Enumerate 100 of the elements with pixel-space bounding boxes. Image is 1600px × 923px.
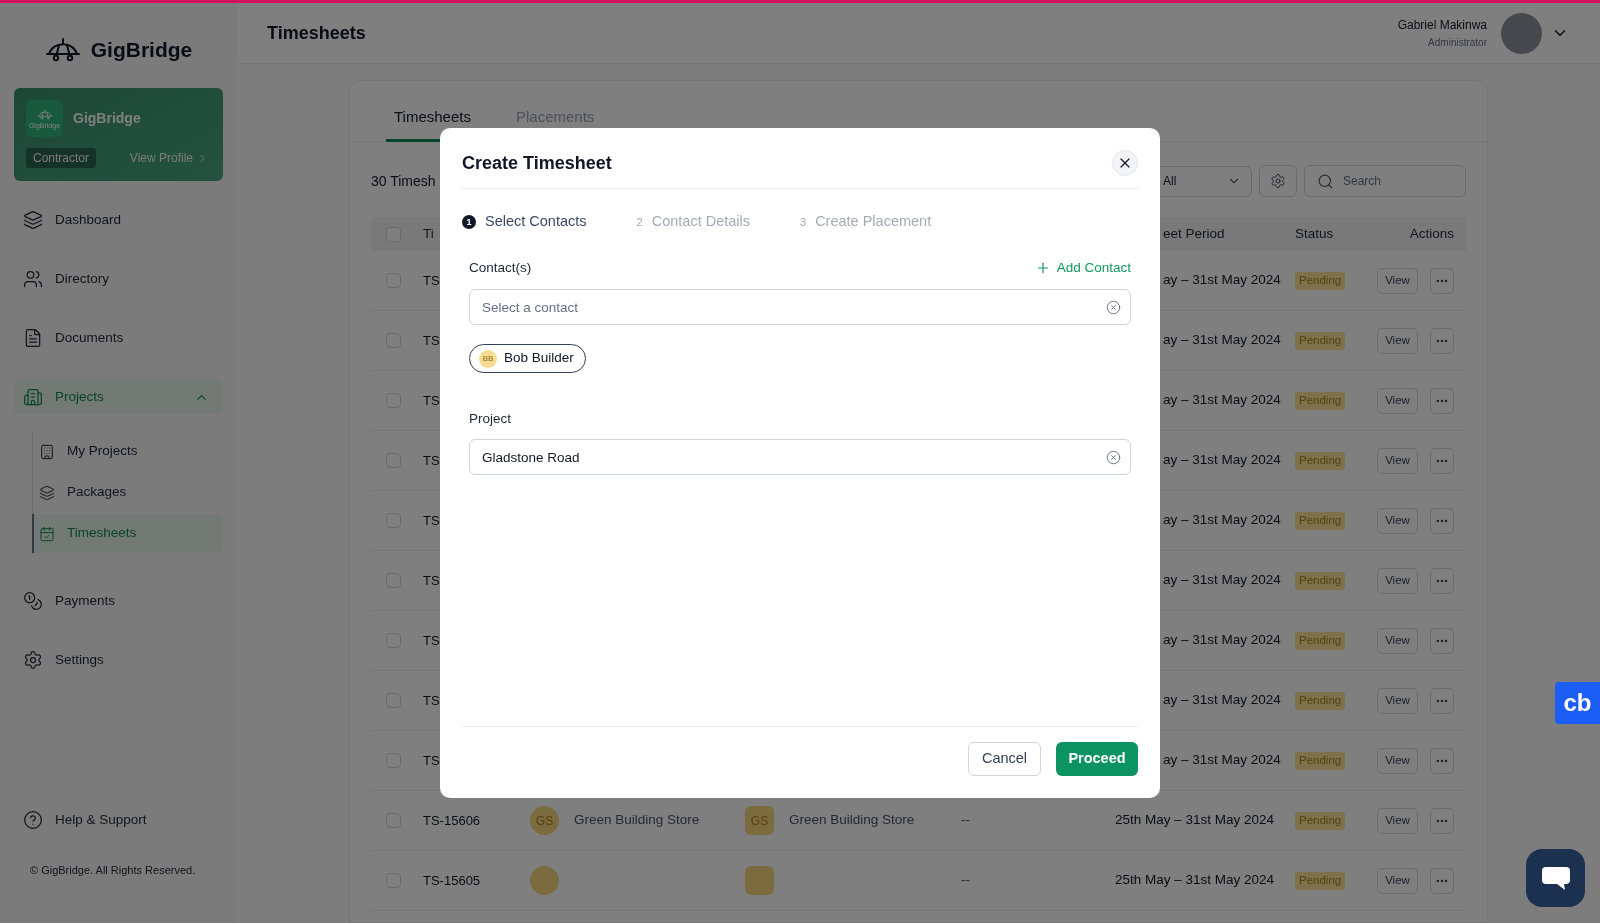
step-label: Select Contacts: [485, 212, 587, 232]
people-icon: [23, 269, 43, 289]
view-button[interactable]: View: [1377, 507, 1418, 534]
view-button[interactable]: View: [1377, 567, 1418, 594]
status-badge: Pending: [1295, 391, 1346, 410]
view-button[interactable]: View: [1377, 447, 1418, 474]
nav-subitem[interactable]: My Projects: [33, 432, 223, 471]
date-range-text: ay – 31st May 2024: [1163, 691, 1281, 710]
row-id-text: TS: [423, 751, 440, 770]
row-id-text: TS: [423, 271, 440, 290]
date-range-text: 25th May – 31st May 2024: [1115, 871, 1275, 890]
nav-item[interactable]: Payments: [14, 584, 223, 618]
field-label: Contact(s): [469, 259, 532, 277]
date-range-text: 25th May – 31st May 2024: [1115, 811, 1275, 830]
blank-avatar-icon: [745, 866, 774, 895]
more-button[interactable]: [1430, 447, 1454, 474]
close-button[interactable]: [1112, 150, 1138, 176]
page-title: Timesheets: [267, 21, 366, 45]
nav-subitem[interactable]: Timesheets: [32, 514, 223, 553]
view-profile-link[interactable]: View Profile: [129, 149, 209, 167]
more-button[interactable]: [1430, 687, 1454, 714]
role-badge: Contractor: [26, 148, 97, 168]
more-button[interactable]: [1430, 627, 1454, 654]
status-badge: Pending: [1295, 751, 1346, 770]
more-button[interactable]: [1430, 507, 1454, 534]
search-field[interactable]: Search: [1304, 165, 1466, 197]
nav-item[interactable]: Settings: [14, 643, 223, 677]
status-badge: Pending: [1295, 331, 1346, 350]
more-button[interactable]: [1430, 807, 1454, 834]
building-icon: [39, 443, 55, 460]
column-header: eet Period: [1163, 224, 1225, 243]
row-id-text: TS: [423, 571, 440, 590]
settings-button[interactable]: [1259, 165, 1297, 197]
status-badge: Pending: [1295, 271, 1346, 290]
row-id-text: TS: [423, 691, 440, 710]
settings-icon: [1270, 173, 1286, 189]
more-button[interactable]: [1430, 867, 1454, 894]
nav-item[interactable]: Dashboard: [14, 203, 223, 237]
status-badge: Pending: [1295, 451, 1346, 470]
status-badge: Pending: [1295, 511, 1346, 530]
view-button[interactable]: View: [1377, 267, 1418, 294]
step-number: 2: [636, 214, 643, 230]
layers-icon: [23, 210, 43, 230]
row-id-text: TS: [423, 631, 440, 650]
logo-text: GigBridge: [90, 38, 193, 60]
date-range-text: ay – 31st May 2024: [1163, 511, 1281, 530]
chat-button[interactable]: [1526, 849, 1585, 907]
empty-value-text: --: [961, 811, 970, 830]
name-text: Green Building Store: [574, 811, 700, 830]
step-number-badge: 1: [462, 215, 476, 229]
column-header: Status: [1295, 224, 1334, 243]
settings-icon: [23, 650, 43, 670]
bridge-logo-icon: [44, 36, 81, 62]
speech-bubble-icon: [1540, 865, 1571, 891]
view-button[interactable]: View: [1377, 627, 1418, 654]
nav-item[interactable]: Help & Support: [14, 803, 223, 837]
step-number: 3: [800, 214, 807, 230]
side-badge[interactable]: cb: [1555, 682, 1600, 724]
row-id-text: TS: [423, 511, 440, 530]
more-button[interactable]: [1430, 747, 1454, 774]
date-range-text: ay – 31st May 2024: [1163, 451, 1281, 470]
step-label: Contact Details: [651, 212, 750, 232]
view-button[interactable]: View: [1377, 807, 1418, 834]
column-header: Actions: [1409, 224, 1454, 243]
view-button[interactable]: View: [1377, 867, 1418, 894]
layers-icon: [39, 484, 55, 501]
project-select-field[interactable]: Gladstone Road: [469, 439, 1131, 475]
status-badge: Pending: [1295, 871, 1346, 890]
name-text: Green Building Store: [789, 811, 915, 830]
view-button[interactable]: View: [1377, 687, 1418, 714]
clear-icon[interactable]: [1106, 449, 1121, 465]
step-label: Create Placement: [815, 212, 932, 232]
status-badge: Pending: [1295, 691, 1346, 710]
contact-select-field[interactable]: Select a contact: [469, 289, 1131, 325]
row-id-text: TS: [423, 391, 440, 410]
nav-item[interactable]: Documents: [14, 321, 223, 355]
date-range-text: ay – 31st May 2024: [1163, 391, 1281, 410]
cancel-button[interactable]: Cancel: [968, 742, 1041, 776]
nav-subitem[interactable]: Packages: [33, 473, 223, 512]
add-contact-link[interactable]: Add Contact: [1034, 258, 1131, 278]
row-id-text: TS-15606: [423, 811, 481, 830]
more-button[interactable]: [1430, 267, 1454, 294]
date-range-text: ay – 31st May 2024: [1163, 631, 1281, 650]
nav-item[interactable]: Projects: [14, 380, 223, 414]
view-button[interactable]: View: [1377, 747, 1418, 774]
status-badge: Pending: [1295, 811, 1346, 830]
field-label: Project: [469, 410, 513, 428]
copyright-text: © GigBridge. All Rights Reserved.: [29, 863, 197, 877]
more-button[interactable]: [1430, 567, 1454, 594]
date-range-text: ay – 31st May 2024: [1163, 331, 1281, 350]
clear-icon[interactable]: [1106, 299, 1121, 315]
view-button[interactable]: View: [1377, 327, 1418, 354]
search-icon: [1317, 172, 1334, 190]
more-button[interactable]: [1430, 387, 1454, 414]
calendar-check-icon: [39, 525, 55, 542]
record-count-text: 30 Timesh: [371, 171, 436, 191]
view-button[interactable]: View: [1377, 387, 1418, 414]
more-button[interactable]: [1430, 327, 1454, 354]
proceed-button[interactable]: Proceed: [1056, 742, 1138, 776]
nav-item[interactable]: Directory: [14, 262, 223, 296]
